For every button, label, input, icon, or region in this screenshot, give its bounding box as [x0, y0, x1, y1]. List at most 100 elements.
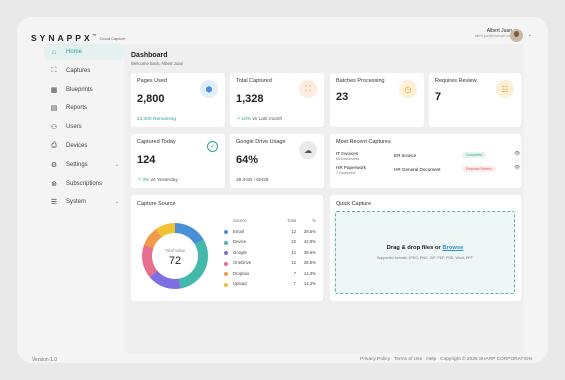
sidebar-item-label: Devices: [66, 142, 88, 149]
legend-total: 12: [291, 249, 296, 255]
card-title: Pages Used: [137, 78, 167, 84]
sidebar-item-captures[interactable]: ⛶ Captures: [44, 63, 124, 79]
legend-percent: 28.6%: [303, 249, 316, 255]
sidebar-item-subscriptions[interactable]: ⊛ Subscriptions: [44, 176, 124, 192]
card-subtext: ↗ 10% vs Last month: [236, 117, 282, 122]
legend-total: 12: [291, 260, 296, 265]
legend-total: 7: [293, 281, 296, 286]
gear-icon: ⚙: [50, 161, 58, 169]
privacy-link[interactable]: Privacy Policy: [360, 357, 390, 362]
legend-row: Device 22 42.9%: [224, 238, 316, 249]
card-value: 124: [137, 154, 156, 166]
supported-formats: Supported formats: JPEG, PNG, GIF, PDF, …: [377, 256, 473, 260]
card-title: Batches Processing: [336, 78, 385, 84]
trend-up-icon: ↗: [137, 178, 142, 183]
legend-percent: 14.3%: [303, 281, 316, 286]
card-title: Quick Capture: [336, 201, 372, 207]
eye-icon[interactable]: 👁: [514, 165, 520, 171]
recent-count: 1 Document: [336, 170, 356, 175]
page-title: Dashboard: [131, 52, 168, 59]
header-percent: %: [312, 218, 316, 223]
sidebar-item-devices[interactable]: ⎙ Devices: [44, 138, 124, 154]
dropzone-text: Drag & drop files or Browse: [386, 245, 464, 251]
card-value: 23: [336, 91, 349, 103]
scan-icon: ⛶: [299, 80, 317, 98]
legend-row: Email 12 28.6%: [224, 228, 316, 239]
card-title: Capture Source: [137, 201, 176, 207]
sidebar-item-reports[interactable]: ▤ Reports: [44, 100, 124, 116]
card-title: Most Recent Captures: [336, 139, 391, 145]
legend-swatch: [224, 230, 228, 234]
sidebar-item-users[interactable]: ⚇ Users: [44, 119, 124, 135]
chevron-down-icon[interactable]: ⌄: [115, 199, 119, 205]
eye-icon[interactable]: 👁: [514, 151, 520, 157]
card-total-captured: Total Captured 1,328 ↗ 10% vs Last month…: [230, 73, 324, 127]
browse-link[interactable]: Browse: [442, 245, 463, 251]
legend-percent: 28.6%: [303, 228, 316, 234]
card-title: Google Drive Usage: [236, 139, 286, 145]
card-requires-review[interactable]: Requires Review 7 ☷: [429, 73, 521, 127]
recent-doc: HR General Document: [394, 167, 441, 172]
legend-source: Upload: [233, 281, 247, 286]
donut-center-value: 72: [169, 255, 181, 267]
product-name: Cloud Capture: [99, 36, 126, 42]
legend-source: OneDrive: [233, 260, 252, 265]
sidebar-item-settings[interactable]: ⚙ Settings ⌄: [44, 157, 124, 173]
copyright: Copyright © 2026 SHARP CORPORATION: [440, 357, 532, 362]
sidebar-item-label: System: [66, 199, 87, 206]
trend-label: vs Last month: [252, 117, 283, 122]
chevron-down-icon[interactable]: ⌄: [115, 162, 119, 168]
card-title: Requires Review: [435, 78, 477, 84]
trend-value: 3%: [142, 178, 150, 183]
chevron-down-icon[interactable]: ⌄: [528, 32, 532, 38]
trend-up-icon: ↗: [236, 117, 241, 122]
legend-percent: 14.3%: [303, 270, 316, 276]
sidebar-item-label: Settings: [66, 161, 88, 168]
card-value: 64%: [236, 154, 259, 166]
card-value: 2,800: [137, 93, 165, 105]
drive-usage-text: 38.4GB / 60GB: [236, 178, 269, 183]
donut-slice-onedrive: [142, 244, 158, 278]
status-badge: Requires Review: [462, 166, 496, 172]
recent-row[interactable]: HR Paperwork 1 Document HR General Docum…: [336, 165, 521, 177]
legend-total: 12: [291, 228, 296, 234]
avatar[interactable]: [510, 29, 523, 42]
status-badge: Completed: [462, 152, 487, 158]
recent-doc: ER Invoice: [394, 153, 417, 158]
card-subtext: 38.4GB / 60GB: [236, 178, 269, 183]
sidebar-item-label: Users: [66, 124, 82, 131]
report-icon: ▤: [50, 105, 58, 113]
trend-value: 10%: [241, 117, 251, 122]
sidebar-item-home[interactable]: ⌂ Home: [44, 44, 124, 60]
sliders-icon: ☰: [50, 199, 58, 207]
clock-icon: ◷: [399, 80, 417, 98]
header-source: Source: [233, 218, 247, 223]
quick-capture-card: Quick Capture Drag & drop files or Brows…: [330, 195, 521, 301]
legend-swatch: [224, 282, 228, 287]
legend-row: Dropbox 7 14.3%: [224, 270, 316, 281]
legend-percent: 42.9%: [303, 239, 316, 244]
card-value: 7: [435, 91, 442, 103]
card-batches-processing: Batches Processing 23 ◷: [330, 73, 424, 127]
header-total: Total: [286, 218, 296, 223]
cube-icon: ⬢: [200, 80, 218, 98]
legend-header: Source Total %: [224, 217, 316, 228]
card-captured-today: Captured Today 124 ↗ 3% vs Yesterday ✓: [131, 134, 225, 188]
capture-source-card: Capture Source Total Value 72 Source Tot…: [131, 195, 323, 301]
user-email: albert.juan@example.com: [474, 34, 512, 38]
file-dropzone[interactable]: Drag & drop files or Browse Supported fo…: [335, 211, 515, 294]
legend-row: Upload 7 14.3%: [224, 280, 316, 291]
card-subtext: 23,400 Remaining: [137, 117, 176, 122]
user-menu[interactable]: Albert Juan albert.juan@example.com ⌄: [474, 28, 532, 42]
legend-total: 22: [291, 239, 296, 244]
help-link[interactable]: Help: [426, 357, 436, 362]
legend-row: Google 12 28.6%: [224, 249, 316, 260]
recent-row[interactable]: IT Invoices 65 Documents ER Invoice Comp…: [336, 151, 521, 163]
legend-swatch: [224, 272, 228, 276]
sidebar-item-label: Home: [66, 49, 83, 55]
sidebar-item-label: Captures: [66, 67, 91, 74]
sidebar-item-system[interactable]: ☰ System ⌄: [44, 194, 124, 210]
card-title: Captured Today: [137, 139, 176, 145]
sidebar-item-blueprints[interactable]: ▦ Blueprints: [44, 82, 124, 98]
terms-link[interactable]: Terms of Use: [394, 357, 422, 362]
